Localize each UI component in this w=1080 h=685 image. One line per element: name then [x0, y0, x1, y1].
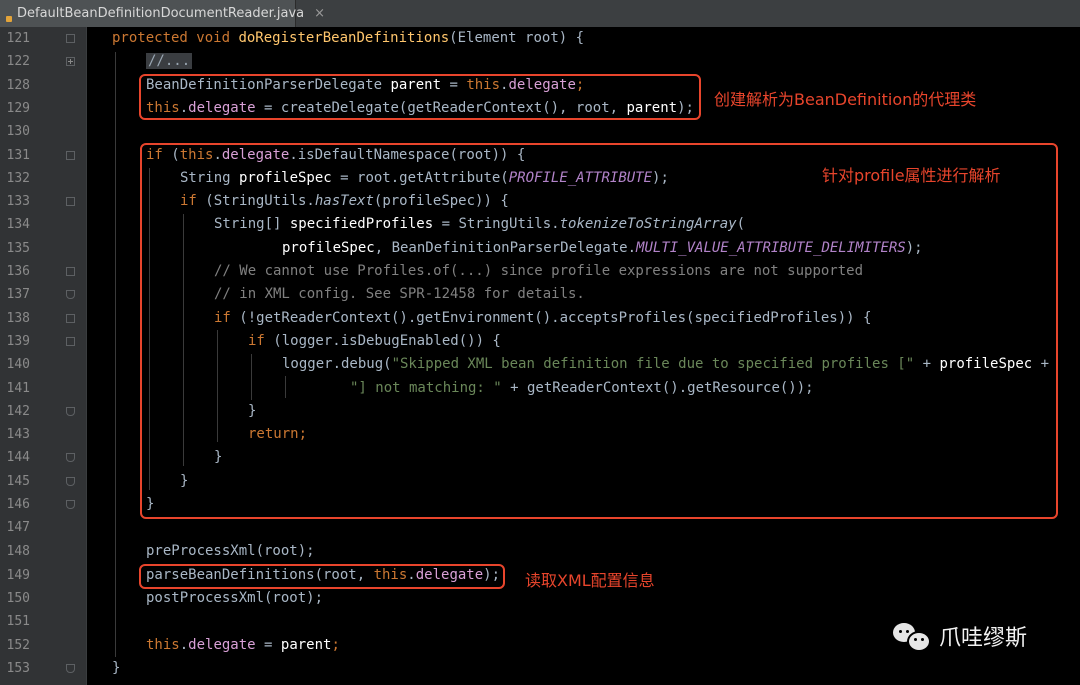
field: delegate: [188, 637, 256, 653]
delegate-highlight-box: [139, 74, 701, 120]
profile-annotation: 针对profile属性进行解析: [822, 166, 1001, 185]
line-number[interactable]: 138: [0, 311, 30, 326]
semicolon: ;: [331, 637, 340, 653]
parse-highlight-box: [139, 564, 505, 589]
code-line-148[interactable]: preProcessXml(root);: [146, 541, 315, 561]
line-number[interactable]: 139: [0, 334, 30, 349]
line-number[interactable]: 153: [0, 661, 30, 676]
code-line-153[interactable]: }: [112, 658, 120, 678]
line-number[interactable]: 128: [0, 78, 30, 93]
line-number[interactable]: 134: [0, 217, 30, 232]
line-number[interactable]: 132: [0, 171, 30, 186]
line-number[interactable]: 143: [0, 427, 30, 442]
keyword: protected: [112, 30, 188, 46]
code-text: (: [449, 30, 458, 46]
collapse-fold-icon[interactable]: [66, 453, 75, 462]
line-number[interactable]: 147: [0, 520, 30, 535]
line-number[interactable]: 121: [0, 31, 30, 46]
collapse-fold-icon[interactable]: [66, 314, 75, 323]
profile-highlight-box: [140, 143, 1058, 519]
delegate-annotation: 创建解析为BeanDefinition的代理类: [714, 90, 977, 109]
code-line-121[interactable]: protected void doRegisterBeanDefinitions…: [112, 28, 584, 48]
collapse-fold-icon[interactable]: [66, 664, 75, 673]
collapse-fold-icon[interactable]: [66, 290, 75, 299]
collapse-fold-icon[interactable]: [66, 267, 75, 276]
code-text: postProcessXml(root);: [146, 590, 324, 606]
line-number[interactable]: 137: [0, 287, 30, 302]
code-text: =: [255, 637, 281, 653]
tab-title: DefaultBeanDefinitionDocumentReader.java: [17, 6, 305, 21]
code-text: root) {: [516, 30, 585, 46]
indent-guide: [115, 52, 116, 657]
collapse-fold-icon[interactable]: [66, 197, 75, 206]
line-number[interactable]: 130: [0, 124, 30, 139]
collapse-fold-icon[interactable]: [66, 34, 75, 43]
keyword: void: [196, 30, 231, 46]
line-number[interactable]: 142: [0, 404, 30, 419]
folded-region[interactable]: //...: [146, 53, 193, 69]
method-name: doRegisterBeanDefinitions: [238, 30, 450, 46]
code-line-152[interactable]: this.delegate = parent;: [146, 635, 340, 655]
line-number[interactable]: 136: [0, 264, 30, 279]
file-tab[interactable]: DefaultBeanDefinitionDocumentReader.java…: [0, 0, 325, 27]
line-number[interactable]: 140: [0, 357, 30, 372]
line-number[interactable]: 149: [0, 568, 30, 583]
line-number[interactable]: 131: [0, 148, 30, 163]
collapse-fold-icon[interactable]: [66, 407, 75, 416]
collapse-fold-icon[interactable]: [66, 151, 75, 160]
code-text: preProcessXml(root);: [146, 543, 315, 559]
line-number[interactable]: 145: [0, 474, 30, 489]
brace: }: [112, 660, 121, 676]
line-number[interactable]: 151: [0, 614, 30, 629]
wechat-icon: [893, 620, 933, 652]
parse-annotation: 读取XML配置信息: [525, 571, 655, 590]
line-number[interactable]: 144: [0, 450, 30, 465]
line-number[interactable]: 133: [0, 194, 30, 209]
line-number[interactable]: 150: [0, 591, 30, 606]
line-number[interactable]: 141: [0, 381, 30, 396]
watermark-text: 爪哇缪斯: [939, 626, 1028, 651]
keyword: this: [146, 637, 180, 653]
collapse-fold-icon[interactable]: [66, 500, 75, 509]
line-number[interactable]: 152: [0, 638, 30, 653]
line-number[interactable]: 135: [0, 241, 30, 256]
type-name: Element: [457, 30, 517, 46]
expand-fold-icon[interactable]: [66, 57, 75, 66]
editor-tab-bar: DefaultBeanDefinitionDocumentReader.java…: [0, 0, 1080, 28]
code-line-150[interactable]: postProcessXml(root);: [146, 588, 323, 608]
collapse-fold-icon[interactable]: [66, 477, 75, 486]
close-icon[interactable]: ×: [314, 6, 325, 21]
line-number[interactable]: 122: [0, 54, 30, 69]
line-number[interactable]: 148: [0, 544, 30, 559]
variable: parent: [280, 637, 332, 653]
watermark: 爪哇缪斯: [893, 620, 1027, 652]
code-line-122[interactable]: //...: [146, 51, 193, 71]
code-text: .: [179, 637, 189, 653]
line-number[interactable]: 129: [0, 101, 30, 116]
collapse-fold-icon[interactable]: [66, 337, 75, 346]
line-number[interactable]: 146: [0, 497, 30, 512]
